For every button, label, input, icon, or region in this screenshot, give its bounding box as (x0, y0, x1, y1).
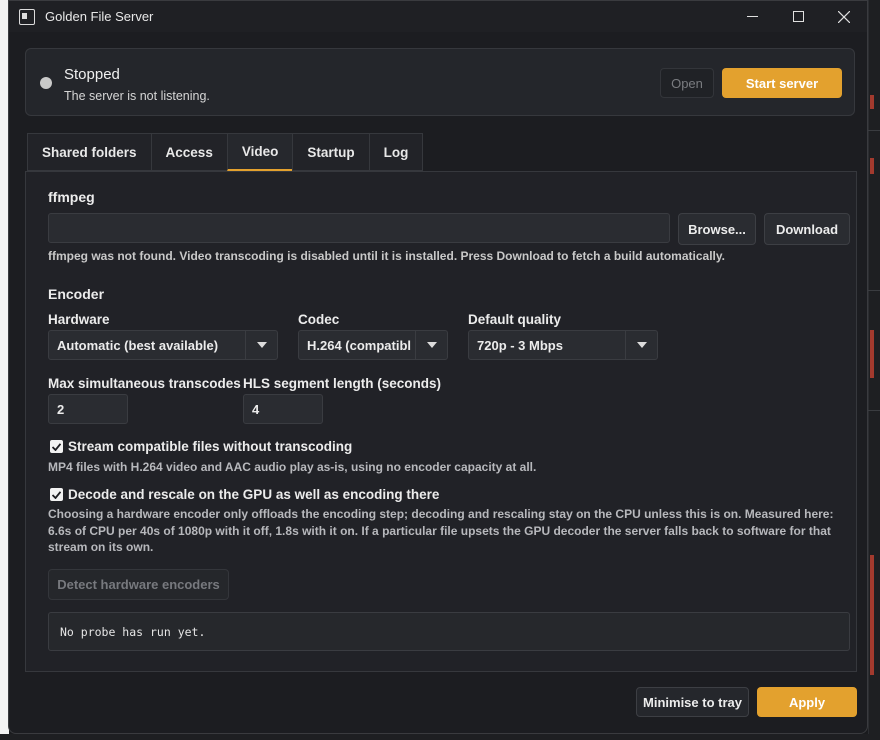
start-server-button[interactable]: Start server (722, 68, 842, 98)
codec-select-value: H.264 (compatibl (307, 337, 412, 353)
maximize-button[interactable] (775, 1, 821, 32)
title-bar: Golden File Server (9, 1, 867, 32)
chevron-down-icon (625, 331, 657, 359)
hardware-select-value: Automatic (best available) (57, 337, 219, 353)
tab-log[interactable]: Log (368, 133, 424, 171)
detect-hardware-encoders-button[interactable]: Detect hardware encoders (48, 569, 229, 600)
codec-select[interactable]: H.264 (compatibl (298, 330, 448, 360)
max-transcodes-input[interactable]: 2 (48, 394, 128, 424)
max-transcodes-label: Max simultaneous transcodes (48, 376, 241, 391)
quality-select[interactable]: 720p - 3 Mbps (468, 330, 658, 360)
status-subtitle: The server is not listening. (64, 89, 210, 103)
encoder-heading: Encoder (48, 286, 105, 302)
codec-label: Codec (298, 312, 340, 327)
download-button[interactable]: Download (764, 213, 850, 245)
close-icon (838, 10, 850, 23)
checkmark-icon (52, 490, 61, 499)
hls-segment-label: HLS segment length (seconds) (243, 376, 442, 391)
app-icon (19, 8, 35, 25)
ffmpeg-path-input[interactable] (48, 213, 670, 243)
probe-output: No probe has run yet. (48, 612, 850, 651)
ffmpeg-status-hint: ffmpeg was not found. Video transcoding … (48, 249, 725, 263)
minimize-button[interactable] (729, 1, 775, 32)
window-title: Golden File Server (45, 9, 154, 24)
tab-video[interactable]: Video (226, 133, 293, 171)
gpu-decode-hint: Choosing a hardware encoder only offload… (48, 507, 834, 554)
quality-label: Default quality (468, 312, 562, 327)
status-indicator-dot (40, 77, 52, 89)
browse-button[interactable]: Browse... (678, 213, 756, 245)
hardware-select[interactable]: Automatic (best available) (48, 330, 278, 360)
tab-access[interactable]: Access (150, 133, 227, 171)
hardware-label: Hardware (48, 312, 110, 327)
apply-button[interactable]: Apply (757, 687, 857, 717)
ffmpeg-heading: ffmpeg (48, 189, 95, 205)
video-tab-panel: ffmpeg Browse... Download ffmpeg was not… (25, 171, 857, 672)
main-window: Golden File Server Stopped The server is… (8, 0, 868, 734)
background-editor-right (868, 0, 880, 740)
tab-startup[interactable]: Startup (292, 133, 369, 171)
tab-bar: Shared folders Access Video Startup Log (27, 133, 424, 171)
gpu-decode-checkbox[interactable] (50, 488, 63, 501)
open-button[interactable]: Open (660, 68, 714, 98)
chevron-down-icon (415, 331, 447, 359)
stream-compatible-hint: MP4 files with H.264 video and AAC audio… (48, 460, 537, 474)
status-title: Stopped (64, 66, 120, 83)
minimize-icon (746, 16, 758, 17)
maximize-icon (792, 11, 804, 22)
gpu-decode-label: Decode and rescale on the GPU as well as… (68, 487, 440, 502)
minimise-to-tray-button[interactable]: Minimise to tray (636, 687, 749, 717)
checkmark-icon (52, 442, 61, 451)
server-status-panel: Stopped The server is not listening. Ope… (25, 48, 855, 116)
chevron-down-icon (245, 331, 277, 359)
stream-compatible-label: Stream compatible files without transcod… (68, 439, 353, 454)
hls-segment-input[interactable]: 4 (243, 394, 323, 424)
close-button[interactable] (821, 1, 867, 32)
tab-shared-folders[interactable]: Shared folders (27, 133, 151, 171)
stream-compatible-checkbox[interactable] (50, 440, 63, 453)
quality-select-value: 720p - 3 Mbps (477, 337, 563, 353)
background-editor-bottom (0, 734, 880, 740)
